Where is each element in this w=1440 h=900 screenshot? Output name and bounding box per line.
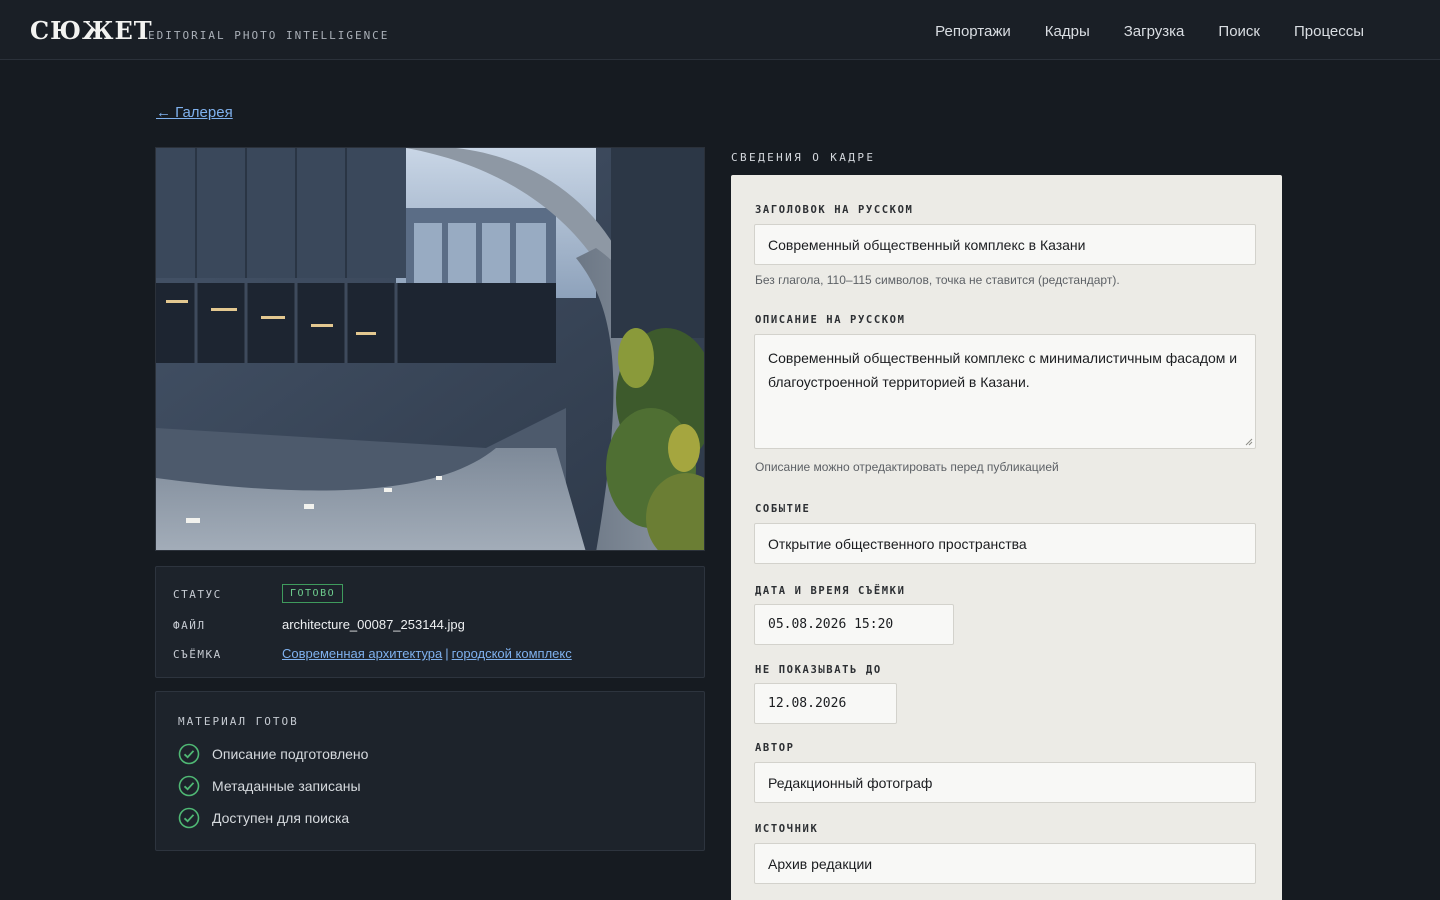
check-circle-icon	[178, 775, 200, 797]
title-input[interactable]: Современный общественный комплекс в Каза…	[754, 224, 1256, 265]
resize-grip-icon[interactable]	[1245, 438, 1253, 446]
ready-item: Доступен для поиска	[178, 807, 349, 829]
event-label: СОБЫТИЕ	[755, 503, 811, 515]
shoot-tag-link[interactable]: городской комплекс	[452, 646, 572, 661]
frame-details-form: ЗАГОЛОВОК НА РУССКОМ Современный обществ…	[731, 175, 1282, 900]
embargo-label: НЕ ПОКАЗЫВАТЬ ДО	[755, 664, 882, 676]
event-input[interactable]: Открытие общественного пространства	[754, 523, 1256, 564]
ready-item: Описание подготовлено	[178, 743, 368, 765]
ready-item-label: Описание подготовлено	[212, 746, 369, 762]
status-badge: ГОТОВО	[282, 584, 344, 603]
nav-item-upload[interactable]: Загрузка	[1124, 23, 1185, 40]
brand-logo[interactable]: СЮЖЕТ	[30, 16, 153, 45]
check-circle-icon	[178, 807, 200, 829]
author-label: АВТОР	[755, 742, 795, 754]
status-label: СТАТУС	[173, 588, 222, 601]
architecture-photo	[156, 148, 704, 550]
source-input[interactable]: Архив редакции	[754, 843, 1256, 884]
ready-item: Метаданные записаны	[178, 775, 361, 797]
main-nav: Репортажи Кадры Загрузка Поиск Процессы	[935, 23, 1364, 40]
nav-item-reportages[interactable]: Репортажи	[935, 23, 1011, 40]
back-to-gallery-link[interactable]: ← Галерея	[156, 104, 233, 121]
datetime-label: ДАТА И ВРЕМЯ СЪЁМКИ	[755, 585, 906, 597]
check-circle-icon	[178, 743, 200, 765]
embargo-date-input[interactable]: 12.08.2026	[754, 683, 897, 724]
ready-item-label: Доступен для поиска	[212, 810, 350, 826]
ready-item-label: Метаданные записаны	[212, 778, 361, 794]
shoot-tag-link[interactable]: Современная архитектура	[282, 646, 442, 661]
top-bar: СЮЖЕТ EDITORIAL PHOTO INTELLIGENCE Репор…	[0, 0, 1440, 60]
description-hint: Описание можно отредактировать перед пуб…	[755, 460, 1059, 474]
description-text: Современный общественный комплекс с мини…	[768, 350, 1238, 390]
brand-tagline: EDITORIAL PHOTO INTELLIGENCE	[148, 29, 390, 42]
datetime-input[interactable]: 05.08.2026 15:20	[754, 604, 954, 645]
material-ready-card: МАТЕРИАЛ ГОТОВ Описание подготовлено Мет…	[155, 691, 705, 851]
ready-title: МАТЕРИАЛ ГОТОВ	[178, 715, 299, 728]
panel-heading: СВЕДЕНИЯ О КАДРЕ	[731, 151, 876, 164]
nav-item-frames[interactable]: Кадры	[1045, 23, 1090, 40]
title-label: ЗАГОЛОВОК НА РУССКОМ	[755, 204, 914, 216]
tag-separator: |	[445, 646, 449, 661]
nav-item-search[interactable]: Поиск	[1218, 23, 1260, 40]
description-textarea[interactable]: Современный общественный комплекс с мини…	[754, 334, 1256, 449]
nav-item-processes[interactable]: Процессы	[1294, 23, 1364, 40]
photo-meta-card: СТАТУС ГОТОВО ФАЙЛ architecture_00087_25…	[155, 566, 705, 678]
shoot-label: СЪЁМКА	[173, 648, 222, 661]
source-label: ИСТОЧНИК	[755, 823, 819, 835]
author-input[interactable]: Редакционный фотограф	[754, 762, 1256, 803]
description-label: ОПИСАНИЕ НА РУССКОМ	[755, 314, 906, 326]
title-hint: Без глагола, 110–115 символов, точка не …	[755, 273, 1120, 287]
file-label: ФАЙЛ	[173, 619, 206, 632]
file-name: architecture_00087_253144.jpg	[282, 617, 465, 632]
shoot-tags: Современная архитектура | городской компле…	[282, 646, 572, 661]
photo-preview[interactable]	[155, 147, 705, 551]
